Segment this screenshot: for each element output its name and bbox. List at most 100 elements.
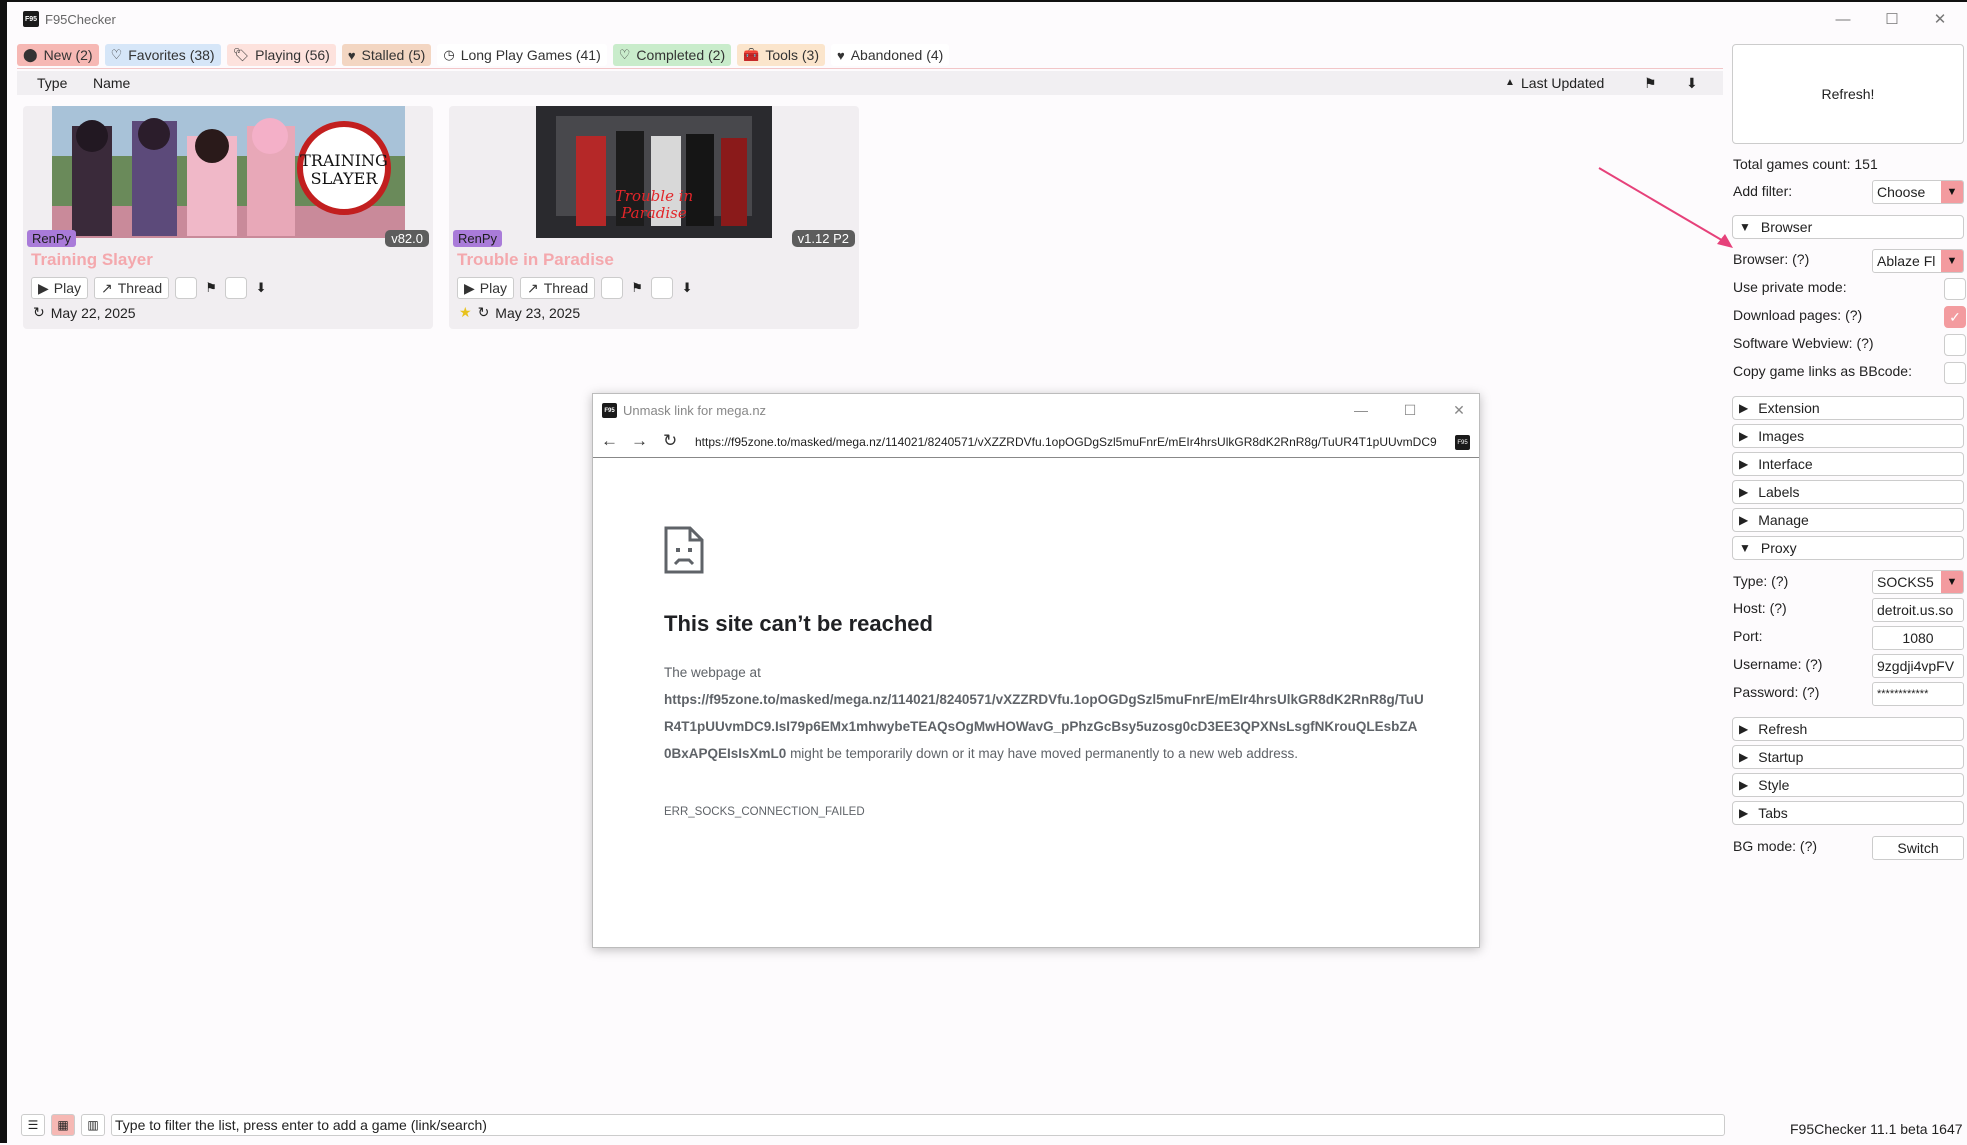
software-webview-label: Software Webview: (?) <box>1733 335 1874 351</box>
forward-arrow-icon[interactable]: → <box>631 431 648 451</box>
section-label: Extension <box>1758 400 1820 416</box>
copy-bbcode-checkbox[interactable] <box>1944 362 1966 384</box>
play-button[interactable]: ▶ Play <box>457 277 515 299</box>
error-title: This site can’t be reached <box>664 611 933 636</box>
section-extension[interactable]: ▶ Extension <box>1732 396 1964 420</box>
extension-icon[interactable]: F95 <box>1455 435 1470 450</box>
svg-text:Trouble in: Trouble in <box>615 187 693 205</box>
collapse-arrow-icon: ▼ <box>1739 541 1751 555</box>
expand-arrow-icon: ▶ <box>1739 806 1749 820</box>
play-label: Play <box>479 280 508 296</box>
dialog-title-bar: F95 Unmask link for mega.nz — ☐ ✕ <box>593 394 1479 426</box>
refresh-button[interactable]: Refresh! <box>1732 44 1964 144</box>
svg-text:Paradise: Paradise <box>620 204 687 222</box>
unmask-link-dialog: F95 Unmask link for mega.nz — ☐ ✕ ← → ↻ … <box>592 393 1480 948</box>
column-type[interactable]: Type <box>37 75 67 91</box>
tab-playing[interactable]: 🏷 Playing (56) <box>226 44 336 66</box>
proxy-username-label: Username: (?) <box>1733 656 1823 672</box>
list-view-icon[interactable]: ☰ <box>21 1114 45 1136</box>
thread-button[interactable]: ↗ Thread <box>94 277 170 299</box>
game-actions: ▶ Play ↗ Thread ⚑ ⬇ <box>457 277 695 299</box>
section-images[interactable]: ▶ Images <box>1732 424 1964 448</box>
column-name[interactable]: Name <box>93 75 130 91</box>
kanban-view-icon[interactable]: ▥ <box>81 1114 105 1136</box>
tab-long-play-games[interactable]: ◷ Long Play Games (41) <box>437 44 607 66</box>
play-button[interactable]: ▶ Play <box>31 277 89 299</box>
engine-badge: RenPy <box>27 230 77 247</box>
proxy-port-input[interactable]: 1080 <box>1872 626 1964 650</box>
address-bar[interactable]: https://f95zone.to/masked/mega.nz/114021… <box>695 435 1437 449</box>
section-label: Refresh <box>1758 721 1808 737</box>
proxy-type-value: SOCKS5 <box>1877 574 1934 590</box>
filter-input[interactable]: Type to filter the list, press enter to … <box>111 1114 1725 1136</box>
browser-nav-bar: ← → ↻ https://f95zone.to/masked/mega.nz/… <box>593 426 1479 458</box>
sad-page-icon <box>664 526 704 574</box>
browser-select[interactable]: Ablaze Fl ▼ <box>1872 249 1964 273</box>
section-manage[interactable]: ▶ Manage <box>1732 508 1964 532</box>
back-arrow-icon[interactable]: ← <box>601 431 618 451</box>
add-filter-label: Add filter: <box>1733 183 1793 199</box>
dropdown-arrow-icon: ▼ <box>1941 181 1963 203</box>
software-webview-checkbox[interactable] <box>1944 334 1966 356</box>
reload-icon[interactable]: ↻ <box>663 431 677 451</box>
section-interface[interactable]: ▶ Interface <box>1732 452 1964 476</box>
app-logo-icon: F95 <box>602 403 617 418</box>
error-prefix: The webpage at <box>664 665 761 680</box>
download-icon[interactable]: ⬇ <box>679 280 695 296</box>
download-pages-checkbox[interactable]: ✓ <box>1944 306 1966 328</box>
tab-label: Long Play Games (41) <box>460 47 601 63</box>
maximize-button[interactable]: ☐ <box>1390 399 1430 421</box>
proxy-username-input[interactable]: 9zgdji4vpFV <box>1872 654 1964 678</box>
download-icon[interactable]: ⬇ <box>1686 75 1698 92</box>
broken-heart-icon: ♥ <box>837 47 845 63</box>
tab-tools[interactable]: 🧰 Tools (3) <box>737 44 825 66</box>
section-proxy[interactable]: ▼ Proxy <box>1732 536 1964 560</box>
installed-checkbox[interactable] <box>601 277 624 299</box>
private-mode-checkbox[interactable] <box>1944 278 1966 300</box>
tab-label: Stalled (5) <box>361 47 426 63</box>
section-tabs[interactable]: ▶ Tabs <box>1732 801 1964 825</box>
tab-favorites[interactable]: ♡ Favorites (38) <box>104 44 221 66</box>
section-browser[interactable]: ▼ Browser <box>1732 215 1964 239</box>
thread-button[interactable]: ↗ Thread <box>520 277 596 299</box>
column-last-updated[interactable]: Last Updated <box>1521 75 1604 91</box>
flag-icon[interactable]: ⚑ <box>203 280 219 296</box>
game-card[interactable]: TRAINING SLAYER RenPy v82.0 Training Sla… <box>23 106 433 329</box>
annotation-arrow <box>1598 167 1733 248</box>
thread-label: Thread <box>117 280 163 296</box>
grid-view-icon[interactable]: ▦ <box>51 1114 75 1136</box>
installed-checkbox[interactable] <box>175 277 198 299</box>
proxy-host-input[interactable]: detroit.us.so <box>1872 598 1964 622</box>
section-label: Manage <box>1758 512 1809 528</box>
section-label: Interface <box>1758 456 1813 472</box>
expand-arrow-icon: ▶ <box>1739 429 1749 443</box>
proxy-type-select[interactable]: SOCKS5 ▼ <box>1872 570 1964 594</box>
section-labels[interactable]: ▶ Labels <box>1732 480 1964 504</box>
proxy-password-input[interactable]: ************ <box>1872 682 1964 706</box>
list-header: Type Name ▲ Last Updated ⚑ ⬇ <box>17 71 1723 95</box>
error-code: ERR_SOCKS_CONNECTION_FAILED <box>664 806 865 818</box>
minimize-button[interactable]: — <box>1341 399 1381 421</box>
tab-new[interactable]: ⬤ New (2) <box>17 44 99 66</box>
heart-icon: ♡ <box>110 47 123 62</box>
flag-icon[interactable]: ⚑ <box>629 280 645 296</box>
game-card[interactable]: Trouble in Paradise RenPy v1.12 P2 Troub… <box>449 106 859 329</box>
section-refresh[interactable]: ▶ Refresh <box>1732 717 1964 741</box>
tab-label: Abandoned (4) <box>850 47 944 63</box>
download-icon[interactable]: ⬇ <box>253 280 269 296</box>
tab-completed[interactable]: ♡ Completed (2) <box>612 44 732 66</box>
add-filter-select[interactable]: Choose ▼ <box>1872 180 1964 204</box>
section-label: Proxy <box>1760 540 1797 556</box>
flag-icon[interactable]: ⚑ <box>1644 75 1657 92</box>
tab-stalled[interactable]: ♥ Stalled (5) <box>341 44 432 66</box>
close-button[interactable]: ✕ <box>1439 399 1479 421</box>
played-checkbox[interactable] <box>651 277 674 299</box>
played-checkbox[interactable] <box>225 277 248 299</box>
section-style[interactable]: ▶ Style <box>1732 773 1964 797</box>
tab-abandoned[interactable]: ♥ Abandoned (4) <box>831 44 950 66</box>
section-startup[interactable]: ▶ Startup <box>1732 745 1964 769</box>
expand-arrow-icon: ▶ <box>1739 457 1749 471</box>
bg-mode-switch-button[interactable]: Switch <box>1872 836 1964 860</box>
heart-check-icon: ♡ <box>618 47 631 62</box>
game-title: Trouble in Paradise <box>457 250 614 269</box>
